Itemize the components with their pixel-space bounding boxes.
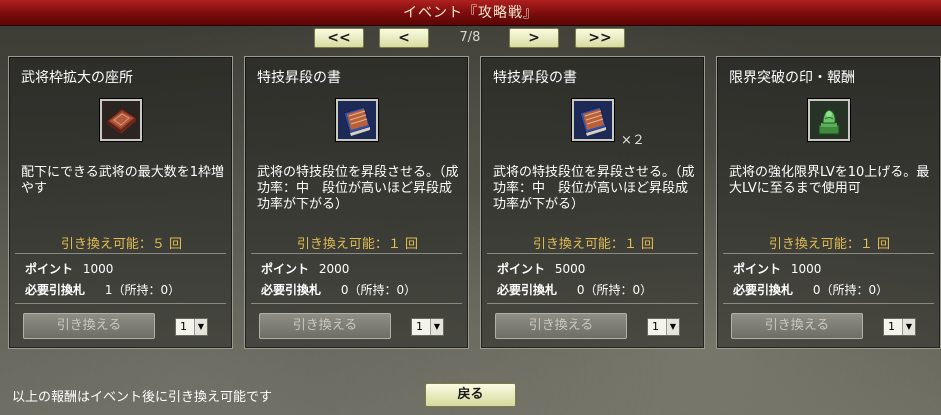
next-page-button[interactable]: > [509,28,559,48]
last-page-button[interactable]: >> [575,28,625,48]
ticket-label: 必要引換札 [25,283,86,297]
quantity-select-value: 1 [180,320,187,333]
prev-page-button[interactable]: < [379,28,429,48]
reward-title: 武将枠拡大の座所 [21,70,133,86]
first-page-button[interactable]: << [314,28,364,48]
reward-title: 特技昇段の書 [493,70,577,86]
reward-card: 特技昇段の書 ×２ 武将の特技段位を昇段させる。（成功率：中 段位が高いほど昇段… [480,56,705,349]
ticket-label: 必要引換札 [733,283,794,297]
points-value: 2000 [318,262,350,276]
exchange-button[interactable]: 引き換える [259,313,391,339]
exchange-button[interactable]: 引き換える [731,313,863,339]
ticket-value: 0（所持：0） [812,283,889,297]
divider [251,253,462,254]
reward-card: 武将枠拡大の座所 配下にできる武将の最大数を1枠増やす 引き換え可能：５ 回 ポ… [8,56,233,349]
exchangeable-count: 引き換え可能：１ 回 [768,237,891,252]
exchangeable-count: 引き換え可能：１ 回 [532,237,655,252]
exchange-button[interactable]: 引き換える [495,313,627,339]
points-label: ポイント [261,262,310,276]
pager: << < 7/8 > >> [0,28,941,50]
points-value: 5000 [554,262,586,276]
chevron-down-icon: ▼ [666,319,679,335]
chevron-down-icon: ▼ [194,319,207,335]
page-indicator: 7/8 [459,30,481,45]
jade-seal-icon [808,99,850,141]
ticket-value: 0（所持：0） [576,283,653,297]
item-quantity: ×２ [621,133,645,148]
divider [723,303,934,304]
ticket-row: 必要引換札 0（所持：0） [497,281,652,298]
reward-title: 限界突破の印・報酬 [729,70,855,86]
points-row: ポイント 1000 [25,260,113,277]
reward-description: 武将の特技段位を昇段させる。（成功率：中 段位が高いほど昇段成功率が下がる） [257,165,459,212]
quantity-select[interactable]: 1 ▼ [411,318,444,336]
chevron-down-icon: ▼ [902,319,915,335]
quantity-select-value: 1 [888,320,895,333]
divider [487,253,698,254]
ticket-value: 1（所持：0） [104,283,181,297]
points-value: 1000 [82,262,114,276]
exchange-button[interactable]: 引き換える [23,313,155,339]
quantity-select[interactable]: 1 ▼ [647,318,680,336]
ticket-row: 必要引換札 0（所持：0） [733,281,888,298]
window-title: イベント『攻略戦』 [0,0,941,26]
reward-description: 武将の特技段位を昇段させる。（成功率：中 段位が高いほど昇段成功率が下がる） [493,165,695,212]
reward-card: 特技昇段の書 武将の特技段位を昇段させる。（成功率：中 段位が高いほど昇段成功率… [244,56,469,349]
points-label: ポイント [25,262,74,276]
exchangeable-count: 引き換え可能：５ 回 [60,237,183,252]
points-row: ポイント 1000 [733,260,821,277]
quantity-select-value: 1 [652,320,659,333]
quantity-select-value: 1 [416,320,423,333]
reward-card: 限界突破の印・報酬 武将の強化限界LVを10上げる。最大LVに至るまで使用可 引… [716,56,941,349]
divider [15,253,226,254]
points-label: ポイント [497,262,546,276]
exchangeable-count: 引き換え可能：１ 回 [296,237,419,252]
reward-title: 特技昇段の書 [257,70,341,86]
quantity-select[interactable]: 1 ▼ [175,318,208,336]
back-button[interactable]: 戻る [425,383,516,407]
points-row: ポイント 2000 [261,260,349,277]
points-row: ポイント 5000 [497,260,585,277]
ticket-row: 必要引換札 1（所持：0） [25,281,180,298]
red-cushion-icon [100,99,142,141]
footer-note: 以上の報酬はイベント後に引き換え可能です [12,390,273,405]
ticket-label: 必要引換札 [497,283,558,297]
ticket-row: 必要引換札 0（所持：0） [261,281,416,298]
blue-book-icon [572,99,614,141]
points-value: 1000 [790,262,822,276]
quantity-select[interactable]: 1 ▼ [883,318,916,336]
divider [251,303,462,304]
points-label: ポイント [733,262,782,276]
reward-description: 配下にできる武将の最大数を1枠増やす [21,165,225,196]
ticket-label: 必要引換札 [261,283,322,297]
ticket-value: 0（所持：0） [340,283,417,297]
chevron-down-icon: ▼ [430,319,443,335]
divider [15,303,226,304]
divider [723,253,934,254]
blue-book-icon [336,99,378,141]
divider [487,303,698,304]
reward-description: 武将の強化限界LVを10上げる。最大LVに至るまで使用可 [729,165,930,196]
